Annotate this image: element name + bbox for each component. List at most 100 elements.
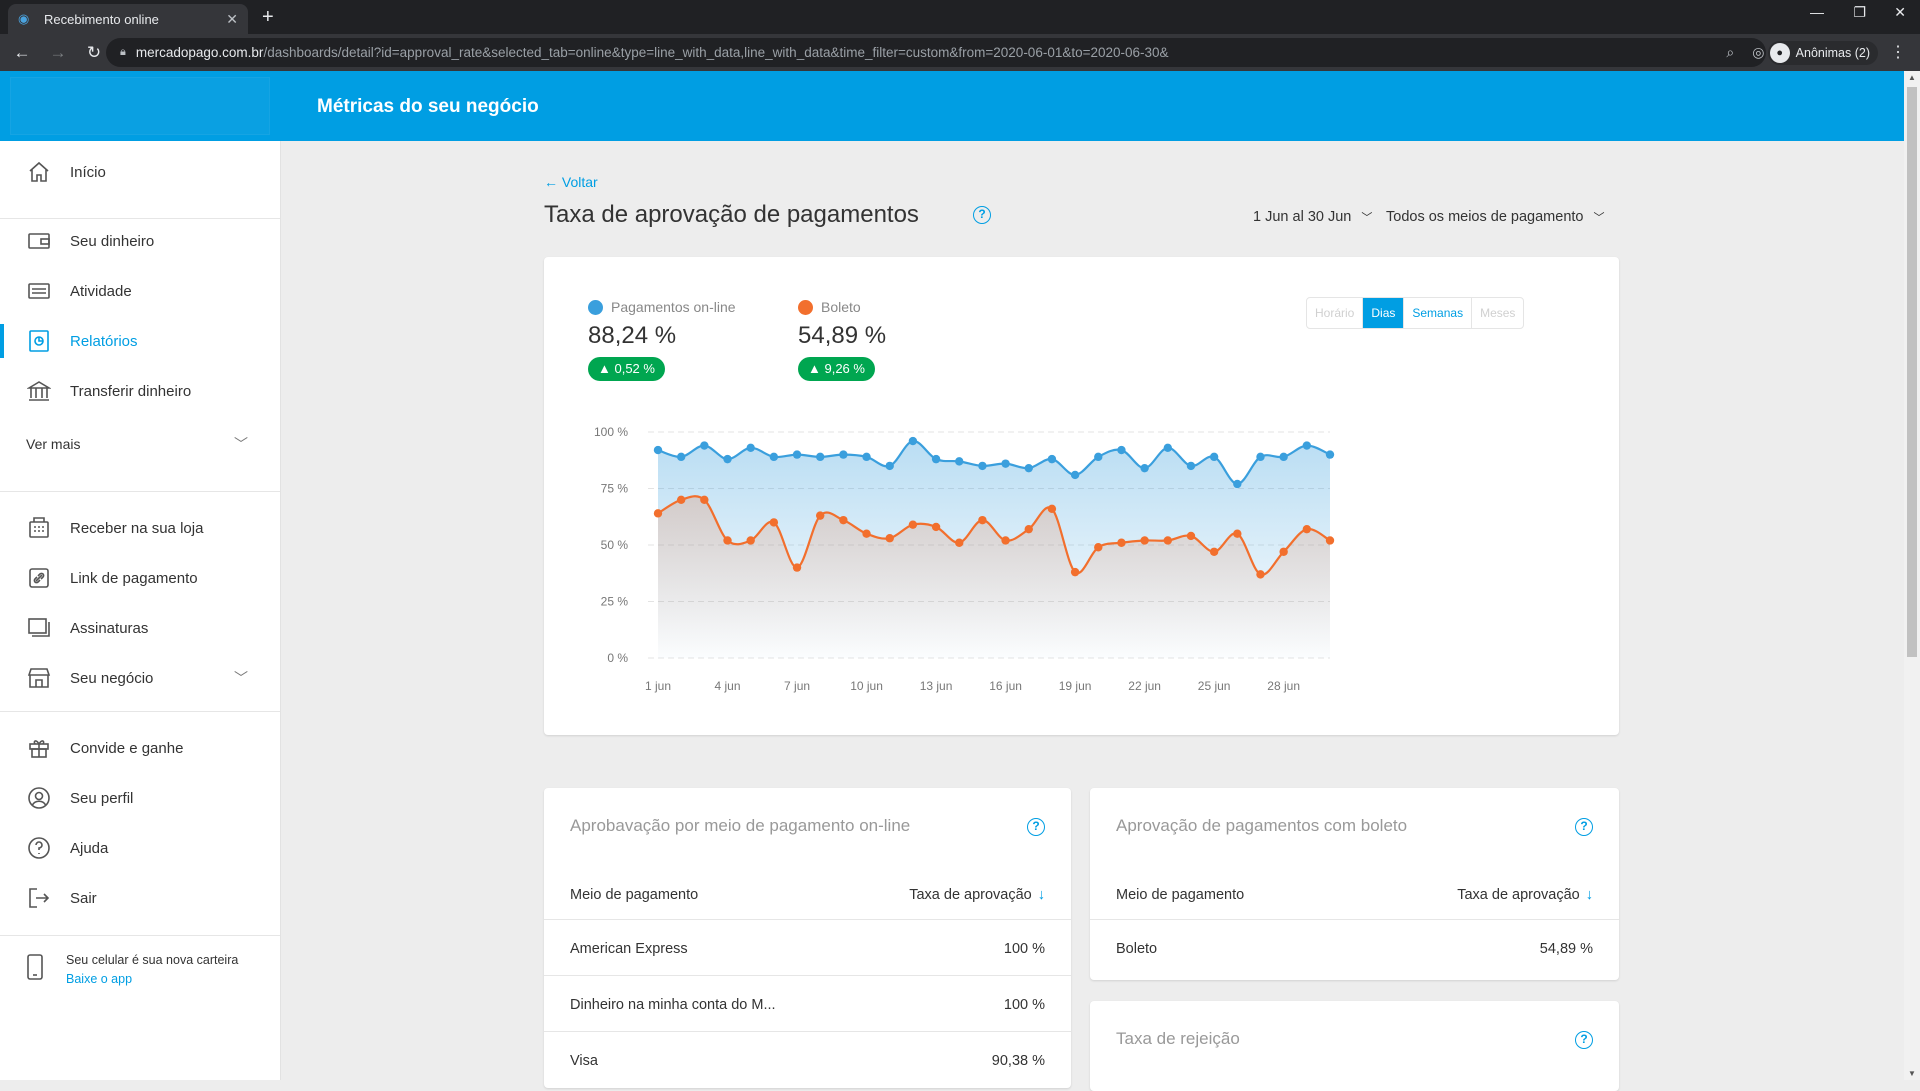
data-point[interactable]: [839, 515, 848, 525]
download-app-link[interactable]: Baixe o app: [66, 972, 238, 986]
data-point[interactable]: [1186, 461, 1196, 471]
sidebar-item-receber-loja[interactable]: Receber na sua loja: [0, 505, 280, 551]
data-point[interactable]: [931, 522, 941, 532]
data-point[interactable]: [931, 454, 941, 464]
data-point[interactable]: [1001, 459, 1010, 468]
data-point[interactable]: [978, 515, 987, 525]
scrollbar-thumb[interactable]: [1907, 87, 1917, 657]
close-tab-icon[interactable]: ✕: [226, 11, 238, 28]
scroll-up-icon[interactable]: ▲: [1908, 73, 1916, 82]
data-point[interactable]: [1117, 445, 1126, 455]
col-header-rate[interactable]: Taxa de aprovação ↓: [909, 887, 1045, 903]
data-point[interactable]: [955, 457, 964, 466]
data-point[interactable]: [1001, 536, 1010, 545]
data-point[interactable]: [1070, 470, 1080, 480]
profile-button[interactable]: ● Anônimas (2): [1767, 41, 1878, 65]
help-icon[interactable]: ?: [1027, 818, 1045, 836]
sidebar-item-sair[interactable]: Sair: [0, 875, 280, 921]
data-point[interactable]: [862, 529, 871, 538]
data-point[interactable]: [1256, 452, 1265, 462]
data-point[interactable]: [1117, 538, 1126, 547]
restore-icon[interactable]: ❐: [1853, 4, 1866, 21]
tracking-blocked-icon[interactable]: ◎: [1752, 44, 1764, 61]
data-point[interactable]: [1325, 536, 1335, 545]
url-bar[interactable]: 🔒︎ mercadopago.com.br/dashboards/detail?…: [106, 38, 1766, 67]
data-point[interactable]: [1233, 479, 1242, 489]
sidebar-item-seu-perfil[interactable]: Seu perfil: [0, 775, 280, 821]
help-icon[interactable]: ?: [973, 206, 991, 224]
data-point[interactable]: [1070, 567, 1080, 577]
help-icon[interactable]: ?: [1575, 1031, 1593, 1049]
sidebar-item-atividade[interactable]: Atividade: [0, 268, 280, 314]
sidebar-item-link-pagamento[interactable]: Link de pagamento: [0, 555, 280, 601]
new-tab-button[interactable]: +: [262, 6, 274, 29]
data-point[interactable]: [885, 461, 894, 471]
data-point[interactable]: [978, 461, 987, 471]
data-point[interactable]: [653, 509, 663, 518]
data-point[interactable]: [792, 450, 802, 459]
data-point[interactable]: [816, 452, 825, 462]
data-point[interactable]: [723, 454, 732, 464]
data-point[interactable]: [1047, 454, 1057, 464]
data-point[interactable]: [1094, 452, 1103, 462]
data-point[interactable]: [700, 441, 709, 450]
data-point[interactable]: [1024, 463, 1033, 473]
data-point[interactable]: [1140, 536, 1149, 545]
sidebar-item-relatorios[interactable]: Relatórios: [0, 318, 280, 364]
data-point[interactable]: [955, 538, 964, 547]
data-point[interactable]: [1047, 504, 1057, 514]
sidebar-item-inicio[interactable]: Início: [0, 149, 280, 195]
data-point[interactable]: [1279, 452, 1288, 462]
data-point[interactable]: [700, 495, 709, 504]
data-point[interactable]: [792, 563, 802, 572]
reload-icon[interactable]: ↻: [80, 43, 108, 63]
date-filter-dropdown[interactable]: 1 Jun al 30 Jun ﹀: [1253, 209, 1372, 225]
data-point[interactable]: [1302, 441, 1312, 450]
sidebar-item-seu-dinheiro[interactable]: Seu dinheiro: [0, 218, 280, 264]
data-point[interactable]: [1140, 463, 1149, 473]
payment-method-dropdown[interactable]: Todos os meios de pagamento ﹀: [1386, 209, 1605, 225]
page-scrollbar[interactable]: ▲ ▼: [1904, 71, 1920, 1080]
data-point[interactable]: [769, 518, 779, 527]
sidebar-item-assinaturas[interactable]: Assinaturas: [0, 605, 280, 651]
data-point[interactable]: [769, 452, 779, 462]
browser-tab[interactable]: ◉ Recebimento online ✕: [8, 4, 248, 34]
data-point[interactable]: [1279, 547, 1288, 556]
data-point[interactable]: [746, 536, 755, 545]
data-point[interactable]: [676, 452, 686, 462]
data-point[interactable]: [839, 450, 848, 459]
data-point[interactable]: [1209, 547, 1219, 556]
data-point[interactable]: [1209, 452, 1219, 462]
data-point[interactable]: [676, 495, 686, 504]
browser-menu-icon[interactable]: ⋮: [1890, 42, 1906, 62]
forward-arrow-icon[interactable]: →: [44, 43, 72, 63]
data-point[interactable]: [1024, 524, 1033, 534]
data-point[interactable]: [1163, 443, 1172, 453]
data-point[interactable]: [746, 443, 755, 453]
data-point[interactable]: [816, 511, 825, 520]
data-point[interactable]: [1325, 450, 1335, 459]
sidebar-item-convide[interactable]: Convide e ganhe: [0, 725, 280, 771]
col-header-rate[interactable]: Taxa de aprovação ↓: [1457, 887, 1593, 903]
data-point[interactable]: [1163, 536, 1172, 545]
data-point[interactable]: [1302, 524, 1312, 534]
data-point[interactable]: [1094, 543, 1103, 552]
scroll-down-icon[interactable]: ▼: [1908, 1069, 1916, 1078]
data-point[interactable]: [885, 534, 894, 543]
help-icon[interactable]: ?: [1575, 818, 1593, 836]
data-point[interactable]: [1256, 570, 1265, 579]
data-point[interactable]: [908, 436, 918, 446]
sidebar-item-seu-negocio[interactable]: Seu negócio ﹀: [0, 655, 280, 701]
data-point[interactable]: [908, 520, 918, 529]
minimize-icon[interactable]: —: [1810, 4, 1824, 20]
zoom-icon[interactable]: ⌕: [1726, 44, 1734, 61]
data-point[interactable]: [1233, 529, 1242, 538]
back-arrow-icon[interactable]: ←: [8, 43, 36, 63]
data-point[interactable]: [723, 536, 732, 545]
sidebar-item-ver-mais[interactable]: Ver mais ﹀: [0, 421, 280, 467]
data-point[interactable]: [653, 445, 663, 455]
sidebar-item-transferir[interactable]: Transferir dinheiro: [0, 368, 280, 414]
logo-area[interactable]: [10, 77, 270, 135]
close-window-icon[interactable]: ✕: [1894, 4, 1906, 21]
data-point[interactable]: [1186, 531, 1196, 541]
